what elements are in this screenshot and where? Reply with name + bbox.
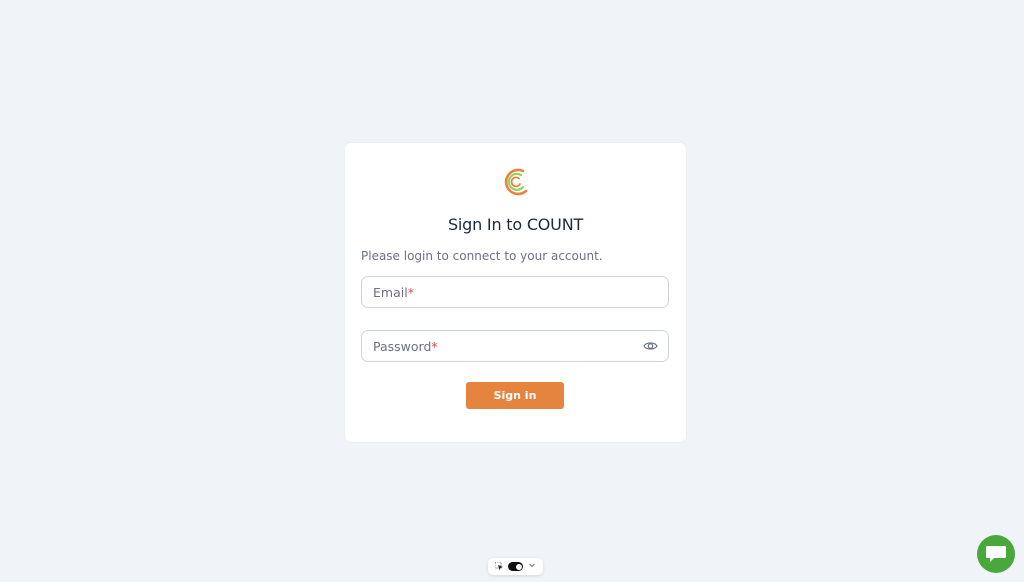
chevron-down-icon[interactable] — [528, 561, 536, 569]
email-input[interactable] — [362, 277, 668, 307]
login-card: Sign In to COUNT Please login to connect… — [345, 143, 686, 442]
password-field[interactable]: Password* — [361, 330, 669, 362]
chat-button[interactable] — [977, 535, 1015, 573]
page-title: Sign In to COUNT — [447, 215, 584, 234]
theme-toggle[interactable] — [488, 558, 543, 575]
email-field[interactable]: Email* — [361, 276, 669, 308]
cursor-icon — [495, 562, 503, 571]
password-input[interactable] — [362, 331, 668, 361]
sign-in-button[interactable]: Sign in — [466, 382, 564, 409]
count-logo-icon — [504, 168, 528, 196]
eye-icon[interactable] — [643, 340, 658, 352]
chat-bubble-icon — [986, 546, 1006, 562]
toggle-switch-icon[interactable] — [508, 562, 523, 571]
login-subtitle: Please login to connect to your account. — [361, 249, 603, 263]
